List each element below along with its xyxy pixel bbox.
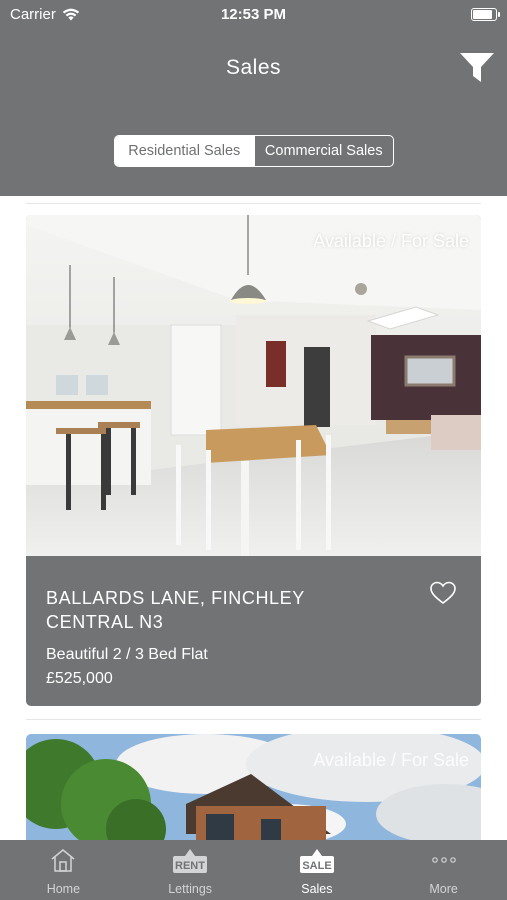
more-dots-icon — [431, 857, 456, 863]
property-address: BALLARDS LANE, FINCHLEY CENTRAL N3 — [46, 588, 305, 632]
segment-commercial-sales[interactable]: Commercial Sales — [253, 136, 394, 166]
tab-lettings[interactable]: RENT Lettings — [127, 840, 254, 900]
segment-residential-sales[interactable]: Residential Sales — [115, 136, 254, 166]
list-divider — [26, 203, 481, 204]
filter-icon[interactable] — [459, 52, 495, 84]
sales-type-segmented-control[interactable]: Residential Sales Commercial Sales — [114, 135, 394, 167]
status-bar: Carrier 12:53 PM — [0, 0, 507, 30]
tab-label-sales: Sales — [301, 882, 333, 896]
property-photo[interactable] — [26, 215, 481, 556]
sale-badge-text: SALE — [302, 860, 331, 872]
tab-bar: Home RENT Lettings SALE Sales More — [0, 840, 507, 900]
tab-sales[interactable]: SALE Sales — [254, 840, 381, 900]
property-card[interactable]: Available / For Sale — [26, 734, 481, 840]
tab-label-lettings: Lettings — [168, 882, 213, 896]
availability-label: Available / For Sale — [313, 231, 469, 251]
sale-sign-icon: SALE — [299, 849, 334, 873]
battery-icon — [471, 8, 500, 21]
rent-badge-text: RENT — [175, 860, 205, 872]
list-divider — [26, 719, 481, 720]
property-info: BALLARDS LANE, FINCHLEY CENTRAL N3 Beaut… — [26, 556, 481, 706]
property-price: £525,000 — [46, 670, 113, 687]
property-description: Beautiful 2 / 3 Bed Flat — [46, 646, 208, 663]
favorite-heart-icon[interactable] — [429, 580, 457, 606]
status-time: 12:53 PM — [220, 6, 287, 23]
rent-sign-icon: RENT — [173, 849, 208, 873]
availability-label: Available / For Sale — [313, 750, 469, 770]
page-title: Sales — [225, 56, 282, 79]
app-header: Carrier 12:53 PM Sales Residential Sales… — [0, 0, 507, 196]
tab-more[interactable]: More — [380, 840, 507, 900]
battery-fill — [473, 10, 492, 19]
tab-label-more: More — [429, 882, 458, 896]
tab-home[interactable]: Home — [0, 840, 127, 900]
tab-label-home: Home — [46, 882, 81, 896]
home-icon — [51, 849, 75, 872]
property-card[interactable]: Available / For Sale BALLARDS LANE, FINC… — [26, 215, 481, 706]
